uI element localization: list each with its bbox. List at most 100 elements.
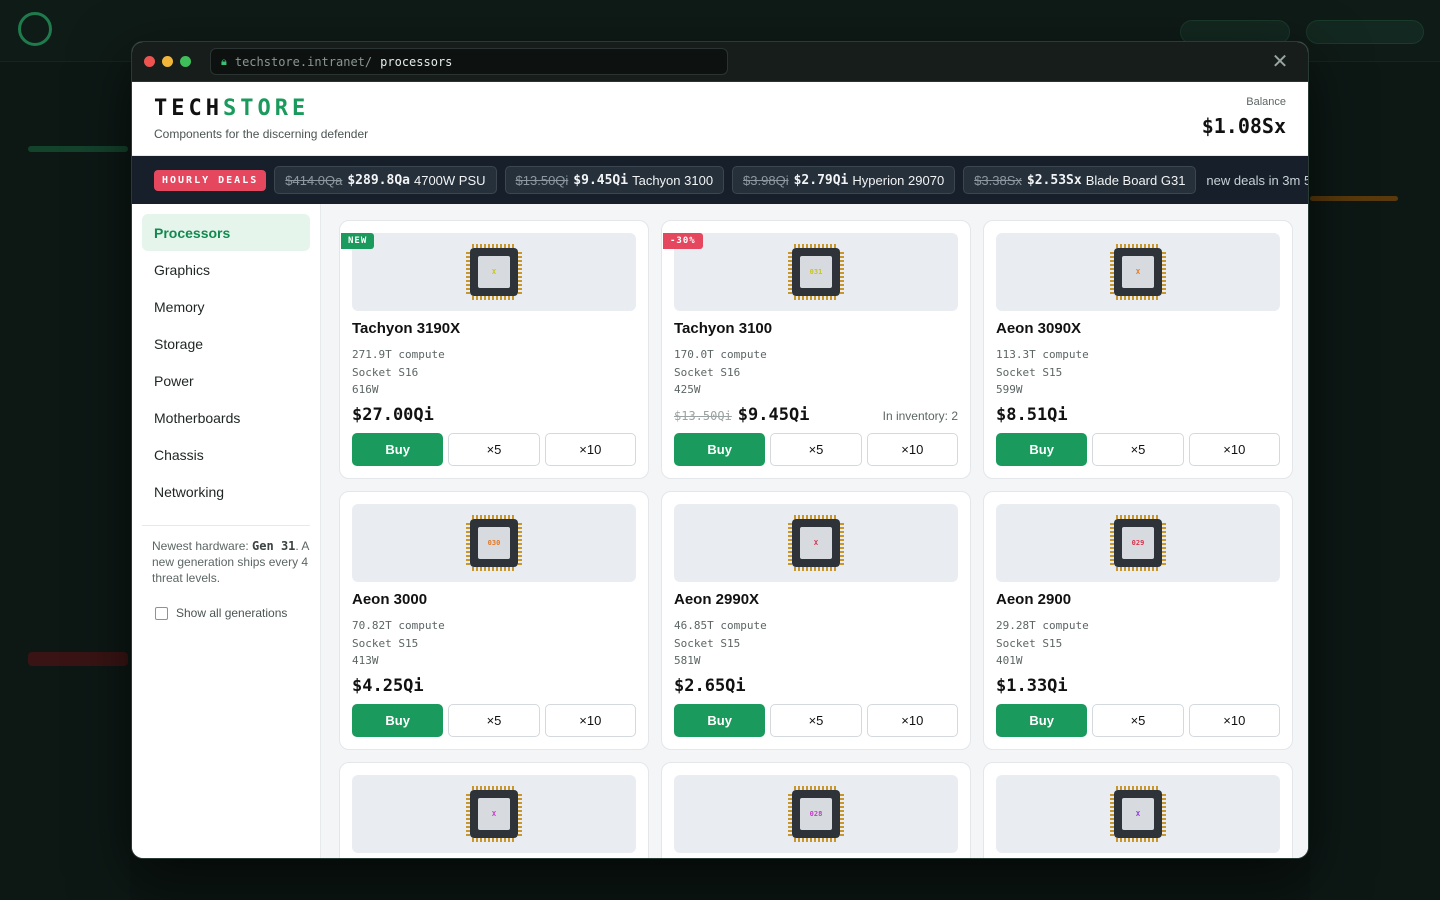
buy-x10-button[interactable]: ×10	[866, 703, 958, 737]
sidebar-item-storage[interactable]: Storage	[142, 325, 310, 362]
deal-old-price: $414.0Qa	[285, 172, 343, 188]
show-all-label: Show all generations	[176, 606, 288, 620]
buy-x10-button[interactable]: ×10	[1188, 432, 1280, 466]
deal-new-price: $289.8Qa	[347, 172, 410, 188]
sidebar-item-power[interactable]: Power	[142, 362, 310, 399]
price-row: $1.33Qi	[996, 676, 1280, 696]
deal-item[interactable]: $414.0Qa $289.8Qa 4700W PSU	[274, 166, 497, 194]
product-name: Tachyon 3190X	[352, 320, 461, 337]
minimize-dot[interactable]	[162, 56, 173, 67]
buy-buttons: Buy ×5 ×10	[674, 703, 958, 737]
spec-socket: Socket S15	[996, 636, 1063, 650]
spec-socket: Socket S15	[996, 365, 1063, 379]
product-card: X Aeon 3090X 113.3T compute Socket S15 5…	[983, 220, 1293, 479]
product-price: $2.65Qi	[674, 675, 746, 696]
sidebar-item-networking[interactable]: Networking	[142, 473, 310, 510]
spec-compute: 46.85T compute	[674, 619, 767, 632]
balance-label: Balance	[1246, 96, 1286, 108]
product-specs: 46.85T compute Socket S15 581W	[674, 617, 958, 670]
buy-x10-button[interactable]: ×10	[866, 432, 958, 466]
buy-button[interactable]: Buy	[996, 703, 1088, 737]
chip-label: X	[1122, 256, 1154, 288]
close-dot[interactable]	[144, 56, 155, 67]
buy-button[interactable]: Buy	[996, 432, 1088, 466]
deal-name: Tachyon 3100	[632, 172, 714, 188]
spec-power: 581W	[674, 654, 701, 667]
deal-old-price: $3.38Sx	[974, 172, 1022, 188]
sidebar-item-graphics[interactable]: Graphics	[142, 251, 310, 288]
product-price: $9.45Qi	[737, 404, 810, 425]
spec-socket: Socket S16	[352, 365, 419, 379]
spec-power: 401W	[996, 654, 1023, 667]
product-card: 028	[661, 762, 971, 858]
show-all-generations-checkbox[interactable]: Show all generations	[142, 606, 310, 620]
buy-x5-button[interactable]: ×5	[770, 432, 862, 466]
buy-x10-button[interactable]: ×10	[1188, 703, 1280, 737]
spec-compute: 271.9T compute	[352, 348, 445, 361]
balance-value: $1.08Sx	[1201, 114, 1286, 138]
chip-label: 028	[800, 798, 832, 830]
chip-label: X	[800, 527, 832, 559]
buy-button[interactable]: Buy	[674, 703, 766, 737]
url-bar[interactable]: 🔒︎ techstore.intranet/ processors	[210, 48, 728, 75]
product-card: 030 Aeon 3000 70.82T compute Socket S15 …	[339, 491, 649, 750]
close-icon[interactable]: ✕	[1268, 49, 1292, 74]
sidebar-divider	[142, 525, 310, 526]
price-row: $8.51Qi	[996, 405, 1280, 425]
buy-x5-button[interactable]: ×5	[1092, 703, 1184, 737]
deal-name: Blade Board G31	[1085, 172, 1186, 188]
spec-power: 599W	[996, 383, 1023, 396]
background-right-panel	[1310, 62, 1440, 900]
spec-socket: Socket S16	[674, 365, 741, 379]
sidebar-item-memory[interactable]: Memory	[142, 288, 310, 325]
buy-buttons: Buy ×5 ×10	[996, 432, 1280, 466]
product-specs: 70.82T compute Socket S15 413W	[352, 617, 636, 670]
buy-buttons: Buy ×5 ×10	[996, 703, 1280, 737]
deals-countdown: new deals in 3m 57s	[1206, 172, 1308, 188]
spec-compute: 170.0T compute	[674, 348, 767, 361]
spec-power: 413W	[352, 654, 379, 667]
processor-chip-icon: X	[466, 244, 522, 300]
buy-x5-button[interactable]: ×5	[448, 432, 540, 466]
chip-label: X	[1122, 798, 1154, 830]
maximize-dot[interactable]	[180, 56, 191, 67]
buy-x5-button[interactable]: ×5	[1092, 432, 1184, 466]
deal-old-price: $3.98Qi	[743, 172, 789, 188]
sidebar-item-chassis[interactable]: Chassis	[142, 436, 310, 473]
product-card: X Aeon 2990X 46.85T compute Socket S15 5…	[661, 491, 971, 750]
spec-compute: 29.28T compute	[996, 619, 1089, 632]
old-price: $13.50Qi	[674, 408, 732, 423]
product-name: Aeon 2990X	[674, 591, 760, 608]
product-price: $4.25Qi	[352, 675, 424, 696]
product-price: $1.33Qi	[996, 675, 1068, 696]
product-image: X	[674, 504, 958, 582]
buy-button[interactable]: Buy	[352, 703, 444, 737]
buy-x5-button[interactable]: ×5	[448, 703, 540, 737]
product-image: X	[996, 233, 1280, 311]
buy-buttons: Buy ×5 ×10	[674, 432, 958, 466]
product-card: -30% 031 Tachyon 3100 170.0T compute Soc…	[661, 220, 971, 479]
product-card: 029 Aeon 2900 29.28T compute Socket S15 …	[983, 491, 1293, 750]
store-logo: TECHSTORE	[154, 96, 310, 121]
deal-item[interactable]: $3.38Sx $2.53Sx Blade Board G31	[963, 166, 1197, 194]
buy-button[interactable]: Buy	[674, 432, 766, 466]
buy-x10-button[interactable]: ×10	[544, 432, 636, 466]
buy-buttons: Buy ×5 ×10	[352, 703, 636, 737]
buy-x10-button[interactable]: ×10	[544, 703, 636, 737]
buy-button[interactable]: Buy	[352, 432, 444, 466]
processor-chip-icon: X	[1110, 786, 1166, 842]
spec-compute: 70.82T compute	[352, 619, 445, 632]
sidebar-item-processors[interactable]: Processors	[142, 214, 310, 251]
sidebar-item-motherboards[interactable]: Motherboards	[142, 399, 310, 436]
lock-icon: 🔒︎	[221, 54, 227, 68]
spec-power: 616W	[352, 383, 379, 396]
chip-label: 031	[800, 256, 832, 288]
chip-label: 030	[478, 527, 510, 559]
checkbox-icon[interactable]	[155, 606, 168, 620]
product-specs: 271.9T compute Socket S16 616W	[352, 346, 636, 399]
deal-item[interactable]: $13.50Qi $9.45Qi Tachyon 3100	[504, 166, 725, 194]
deal-item[interactable]: $3.98Qi $2.79Qi Hyperion 29070	[732, 166, 956, 194]
product-image: 031	[674, 233, 958, 311]
deal-new-price: $9.45Qi	[573, 172, 629, 188]
buy-x5-button[interactable]: ×5	[770, 703, 862, 737]
